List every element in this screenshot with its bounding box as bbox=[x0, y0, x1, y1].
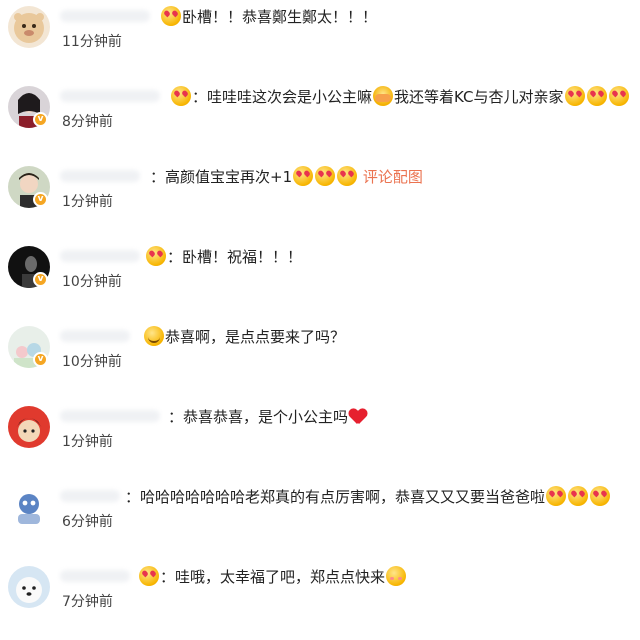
comment-item: v 恭喜啊，是点点要来了吗？ 10分钟前 bbox=[0, 320, 640, 400]
avatar[interactable] bbox=[8, 6, 50, 48]
comment-item: v ：哇哇哇这次会是小公主嘛 我还等着KC与杏儿对亲家 8分钟前 bbox=[0, 80, 640, 160]
verified-badge-icon: v bbox=[33, 272, 48, 287]
heart-eyes-emoji-icon bbox=[564, 86, 585, 106]
cover-face-emoji-icon bbox=[373, 86, 394, 106]
comment-text: ：卧槽！祝福！！！ bbox=[145, 244, 302, 270]
username[interactable] bbox=[60, 250, 140, 262]
comment-item: ：恭喜恭喜，是个小公主吗 1分钟前 bbox=[0, 400, 640, 480]
shy-emoji-icon bbox=[386, 566, 407, 586]
username[interactable] bbox=[60, 410, 160, 422]
heart-eyes-emoji-icon bbox=[590, 486, 611, 506]
comment-time: 10分钟前 bbox=[62, 274, 122, 290]
heart-eyes-emoji-icon bbox=[293, 166, 314, 186]
comment-text: ：恭喜恭喜，是个小公主吗 bbox=[168, 404, 367, 430]
comment-list: 卧槽！！恭喜鄭生鄭太！！！ 11分钟前 v ：哇哇哇这次会是小公主嘛 我还等着KC… bbox=[0, 0, 640, 622]
comment-text: ：哇哇哇这次会是小公主嘛 我还等着KC与杏儿对亲家 bbox=[170, 84, 630, 110]
comment-time: 1分钟前 bbox=[62, 434, 113, 450]
comment-time: 6分钟前 bbox=[62, 514, 113, 530]
heart-eyes-emoji-icon bbox=[139, 566, 159, 586]
red-heart-icon bbox=[349, 407, 367, 425]
smile-emoji-icon bbox=[144, 326, 164, 346]
verified-badge-icon: v bbox=[33, 112, 48, 127]
comment-time: 8分钟前 bbox=[62, 114, 113, 130]
comment-time: 1分钟前 bbox=[62, 194, 113, 210]
avatar[interactable] bbox=[8, 406, 50, 448]
username[interactable] bbox=[60, 490, 120, 502]
verified-badge-icon: v bbox=[33, 192, 48, 207]
heart-eyes-emoji-icon bbox=[337, 166, 358, 186]
avatar[interactable] bbox=[8, 486, 50, 528]
comment-text: ：哈哈哈哈哈哈哈老郑真的有点厉害啊，恭喜又又又要当爸爸啦 bbox=[125, 484, 611, 510]
comment-item: ：哈哈哈哈哈哈哈老郑真的有点厉害啊，恭喜又又又要当爸爸啦 6分钟前 bbox=[0, 480, 640, 560]
comment-text: 卧槽！！恭喜鄭生鄭太！！！ bbox=[160, 4, 377, 30]
comment-image-link[interactable]: 评论配图 bbox=[363, 168, 423, 186]
comment-time: 7分钟前 bbox=[62, 594, 113, 610]
comment-item: ：哇哦，太幸福了吧，郑点点快来 7分钟前 bbox=[0, 560, 640, 640]
verified-badge-icon: v bbox=[33, 352, 48, 367]
avatar[interactable] bbox=[8, 566, 50, 608]
heart-eyes-emoji-icon bbox=[546, 486, 567, 506]
comment-text: ：高颜值宝宝再次+1 评论配图 bbox=[150, 166, 423, 186]
heart-eyes-emoji-icon bbox=[161, 6, 181, 26]
heart-eyes-emoji-icon bbox=[146, 246, 166, 266]
comment-time: 11分钟前 bbox=[62, 34, 122, 50]
username[interactable] bbox=[60, 330, 130, 342]
heart-eyes-emoji-icon bbox=[568, 486, 589, 506]
username[interactable] bbox=[60, 10, 150, 22]
heart-eyes-emoji-icon bbox=[171, 86, 191, 106]
heart-eyes-emoji-icon bbox=[586, 86, 607, 106]
comment-item: 卧槽！！恭喜鄭生鄭太！！！ 11分钟前 bbox=[0, 0, 640, 80]
comment-text: ：哇哦，太幸福了吧，郑点点快来 bbox=[138, 564, 407, 590]
comment-text: 恭喜啊，是点点要来了吗？ bbox=[143, 324, 345, 350]
username[interactable] bbox=[60, 90, 160, 102]
username[interactable] bbox=[60, 570, 130, 582]
username[interactable] bbox=[60, 170, 140, 182]
comment-item: v ：卧槽！祝福！！！ 10分钟前 bbox=[0, 240, 640, 320]
heart-eyes-emoji-icon bbox=[315, 166, 336, 186]
comment-time: 10分钟前 bbox=[62, 354, 122, 370]
heart-eyes-emoji-icon bbox=[608, 86, 629, 106]
comment-item: v ：高颜值宝宝再次+1 评论配图 1分钟前 bbox=[0, 160, 640, 240]
